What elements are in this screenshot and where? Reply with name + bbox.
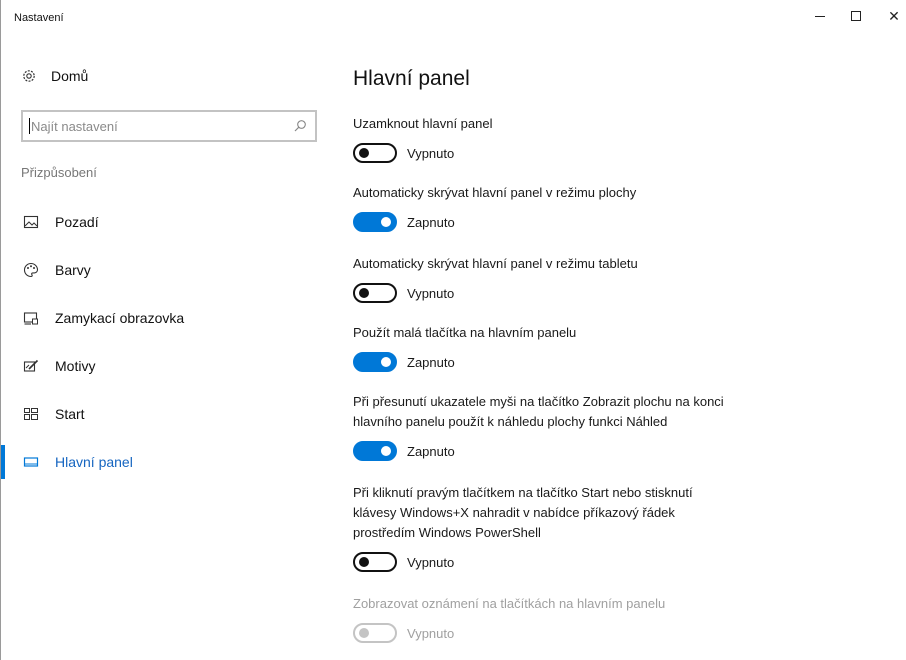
start-icon [24, 408, 38, 420]
setting-description-line: hlavního panelu použít k náhledu plochy … [353, 414, 668, 429]
sidebar-item-colors[interactable]: Barvy [1, 253, 331, 287]
toggle-switch[interactable] [353, 441, 397, 461]
toggle-state: Vypnuto [407, 625, 455, 641]
palette-icon [23, 262, 39, 278]
sidebar-item-start[interactable]: Start [1, 397, 331, 431]
sidebar-item-label: Zamykací obrazovka [55, 310, 185, 326]
active-indicator [1, 445, 5, 479]
toggle-switch[interactable] [353, 283, 397, 303]
close-icon: ✕ [888, 7, 900, 24]
home-label: Domů [51, 68, 89, 84]
themes-icon [23, 359, 39, 372]
setting-badges: Zobrazovat oznámení na tlačítkách na hla… [353, 594, 893, 643]
sidebar-item-background[interactable]: Pozadí [1, 205, 331, 239]
powershell-toggle[interactable]: Vypnuto [353, 552, 893, 572]
sidebar-item-label: Hlavní panel [55, 454, 133, 470]
lock-taskbar-toggle[interactable]: Vypnuto [353, 143, 893, 163]
sidebar-item-label: Barvy [55, 262, 91, 278]
taskbar-icon [23, 457, 39, 467]
setting-description: Automaticky skrývat hlavní panel v režim… [353, 185, 637, 200]
title-bar[interactable]: Nastavení ✕ [1, 0, 906, 32]
toggle-state: Vypnuto [407, 145, 455, 161]
search-box[interactable]: Najít nastavení [21, 110, 317, 142]
minimize-icon [815, 15, 825, 17]
toggle-state: Zapnuto [407, 214, 455, 230]
toggle-switch[interactable] [353, 143, 397, 163]
lock-screen-icon [23, 312, 38, 325]
sidebar-item-taskbar[interactable]: Hlavní panel [1, 445, 331, 479]
toggle-state: Zapnuto [407, 354, 455, 370]
setting-description-line: Při přesunutí ukazatele myši na tlačítko… [353, 394, 724, 409]
setting-lock-taskbar: Uzamknout hlavní panel Vypnuto [353, 114, 893, 163]
sidebar-item-themes[interactable]: Motivy [1, 349, 331, 383]
setting-powershell: Při kliknutí pravým tlačítkem na tlačítk… [353, 483, 893, 572]
page-title: Hlavní panel [353, 67, 470, 90]
setting-description: Použít malá tlačítka na hlavním panelu [353, 325, 577, 340]
home-link[interactable]: Domů [21, 65, 88, 87]
search-input[interactable]: Najít nastavení [31, 119, 118, 134]
section-heading: Přizpůsobení [21, 165, 97, 180]
setting-peek: Při přesunutí ukazatele myši na tlačítko… [353, 392, 893, 461]
sidebar-item-label: Motivy [55, 358, 96, 374]
toggle-switch[interactable] [353, 352, 397, 372]
badges-toggle: Vypnuto [353, 623, 893, 643]
maximize-icon [851, 11, 861, 21]
toggle-state: Vypnuto [407, 285, 455, 301]
autohide-desktop-toggle[interactable]: Zapnuto [353, 212, 893, 232]
peek-toggle[interactable]: Zapnuto [353, 441, 893, 461]
small-buttons-toggle[interactable]: Zapnuto [353, 352, 893, 372]
sidebar: Domů Najít nastavení Přizpůsobení Pozadí [1, 55, 331, 655]
toggle-state: Zapnuto [407, 443, 455, 459]
setting-description: Zobrazovat oznámení na tlačítkách na hla… [353, 596, 666, 611]
search-icon[interactable] [293, 119, 307, 133]
setting-description-line: klávesy Windows+X nahradit v nabídce pří… [353, 505, 675, 520]
toggle-state: Vypnuto [407, 554, 455, 570]
setting-description: Automaticky skrývat hlavní panel v režim… [353, 256, 638, 271]
toggle-switch [353, 623, 397, 643]
setting-description-line: prostředím Windows PowerShell [353, 525, 541, 540]
autohide-tablet-toggle[interactable]: Vypnuto [353, 283, 893, 303]
settings-window: Nastavení ✕ Domů Najít nastavení Přizpůs… [0, 0, 906, 660]
close-button[interactable]: ✕ [871, 0, 906, 32]
gear-icon [23, 70, 35, 82]
text-caret [29, 118, 30, 134]
setting-autohide-tablet: Automaticky skrývat hlavní panel v režim… [353, 254, 893, 303]
image-icon [23, 215, 39, 229]
toggle-switch[interactable] [353, 552, 397, 572]
toggle-switch[interactable] [353, 212, 397, 232]
setting-autohide-desktop: Automaticky skrývat hlavní panel v režim… [353, 183, 893, 232]
sidebar-item-lock-screen[interactable]: Zamykací obrazovka [1, 301, 331, 335]
sidebar-item-label: Start [55, 406, 85, 422]
setting-description-line: Při kliknutí pravým tlačítkem na tlačítk… [353, 485, 693, 500]
setting-description: Uzamknout hlavní panel [353, 116, 493, 131]
window-title: Nastavení [14, 12, 64, 24]
setting-small-buttons: Použít malá tlačítka na hlavním panelu Z… [353, 323, 893, 372]
sidebar-item-label: Pozadí [55, 214, 99, 230]
